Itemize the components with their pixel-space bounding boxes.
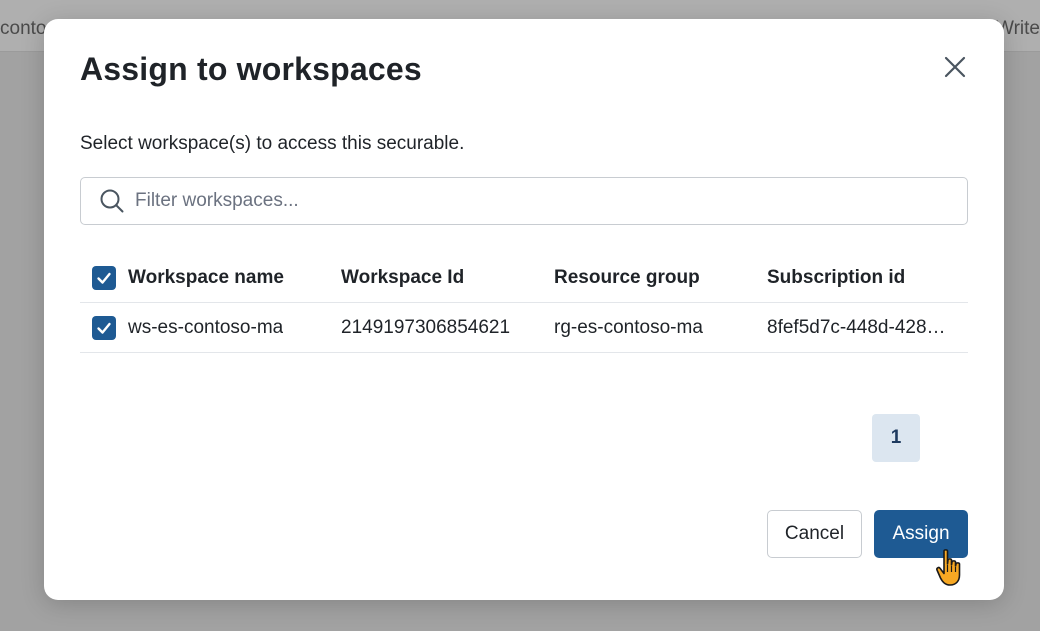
check-icon	[97, 322, 111, 334]
cell-workspace-name: ws-es-contoso-ma	[128, 316, 284, 338]
column-header-subscription-id[interactable]: Subscription id	[767, 267, 905, 289]
filter-workspaces-input[interactable]	[135, 190, 955, 212]
filter-workspaces-field[interactable]	[80, 177, 968, 225]
column-header-resource-group[interactable]: Resource group	[554, 267, 700, 289]
cell-resource-group: rg-es-contoso-ma	[554, 316, 703, 338]
pagination-page-button[interactable]: 1	[872, 414, 920, 462]
search-icon	[99, 188, 125, 214]
workspaces-table: Workspace name Workspace Id Resource gro…	[80, 253, 968, 353]
cell-workspace-id: 2149197306854621	[341, 316, 511, 338]
close-button[interactable]	[940, 52, 970, 82]
close-icon	[944, 56, 966, 78]
check-icon	[97, 272, 111, 284]
row-checkbox[interactable]	[92, 315, 116, 340]
column-header-workspace-id[interactable]: Workspace Id	[341, 267, 464, 289]
cell-subscription-id: 8fef5d7c-448d-428…	[767, 316, 946, 338]
table-row[interactable]: ws-es-contoso-ma 2149197306854621 rg-es-…	[80, 303, 968, 353]
assign-workspaces-dialog: Assign to workspaces Select workspace(s)…	[44, 19, 1004, 600]
hand-pointer-icon	[936, 549, 961, 586]
table-header-row: Workspace name Workspace Id Resource gro…	[80, 253, 968, 303]
select-all-checkbox[interactable]	[92, 265, 116, 290]
cancel-button[interactable]: Cancel	[767, 510, 862, 558]
column-header-workspace-name[interactable]: Workspace name	[128, 267, 284, 289]
dialog-title: Assign to workspaces	[80, 51, 422, 87]
dialog-subtitle: Select workspace(s) to access this secur…	[80, 133, 465, 154]
